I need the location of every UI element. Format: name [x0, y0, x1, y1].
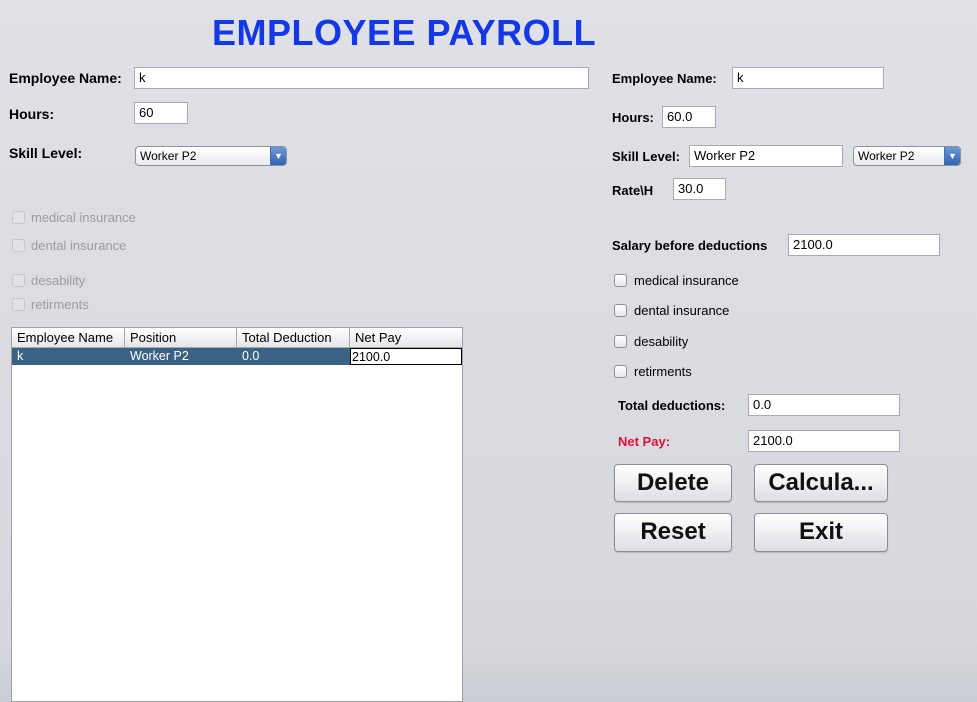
left-dental-label: dental insurance: [31, 238, 127, 253]
left-medical-checkbox: [12, 211, 25, 224]
column-header-position[interactable]: Position: [125, 328, 237, 347]
medical-checkbox[interactable]: [614, 274, 627, 287]
disability-label: desability: [634, 334, 689, 349]
calculate-button[interactable]: Calcula...: [754, 464, 888, 502]
left-medical-label: medical insurance: [31, 210, 136, 225]
left-disability-checkbox: [12, 274, 25, 287]
employee-name-label: Employee Name:: [9, 70, 122, 86]
right-hours-field[interactable]: 60.0: [662, 106, 716, 128]
employee-table[interactable]: Employee Name Position Total Deduction N…: [11, 327, 463, 702]
retirement-label: retirments: [634, 364, 692, 379]
right-skill-level-select[interactable]: Worker P2 ▼: [853, 146, 961, 166]
right-skill-level-selected: Worker P2: [858, 149, 915, 163]
right-employee-name-label: Employee Name:: [612, 71, 717, 86]
skill-level-select[interactable]: Worker P2 ▼: [135, 146, 287, 166]
column-header-total-deduction[interactable]: Total Deduction: [237, 328, 350, 347]
salary-field[interactable]: 2100.0: [788, 234, 940, 256]
column-header-net-pay[interactable]: Net Pay: [350, 328, 462, 347]
cell-employee-name[interactable]: k: [12, 348, 125, 365]
delete-button[interactable]: Delete: [614, 464, 732, 502]
total-deductions-field[interactable]: 0.0: [748, 394, 900, 416]
chevron-down-icon: ▼: [270, 147, 286, 165]
left-dental-checkbox: [12, 239, 25, 252]
medical-label: medical insurance: [634, 273, 739, 288]
rate-label: Rate\H: [612, 183, 654, 198]
net-pay-label: Net Pay:: [618, 434, 671, 449]
reset-button[interactable]: Reset: [614, 513, 732, 552]
disability-checkbox[interactable]: [614, 335, 627, 348]
left-retirement-label: retirments: [31, 297, 89, 312]
skill-level-selected: Worker P2: [140, 149, 197, 163]
cell-net-pay-editor[interactable]: 2100.0: [350, 348, 462, 365]
retirement-checkbox[interactable]: [614, 365, 627, 378]
page-title: EMPLOYEE PAYROLL: [212, 12, 597, 53]
cell-position[interactable]: Worker P2: [125, 348, 237, 365]
employee-name-input[interactable]: k: [134, 67, 589, 89]
dental-checkbox[interactable]: [614, 304, 627, 317]
hours-input[interactable]: 60: [134, 102, 188, 124]
dental-label: dental insurance: [634, 303, 730, 318]
right-employee-name-field[interactable]: k: [732, 67, 884, 89]
right-skill-level-field[interactable]: Worker P2: [689, 145, 843, 167]
cell-total-deduction[interactable]: 0.0: [237, 348, 350, 365]
skill-level-label: Skill Level:: [9, 145, 83, 161]
rate-field[interactable]: 30.0: [673, 178, 726, 200]
left-disability-label: desability: [31, 273, 86, 288]
salary-label: Salary before deductions: [612, 238, 768, 253]
chevron-down-icon: ▼: [944, 147, 960, 165]
left-retirement-checkbox: [12, 298, 25, 311]
hours-label: Hours:: [9, 106, 55, 122]
net-pay-field[interactable]: 2100.0: [748, 430, 900, 452]
right-hours-label: Hours:: [612, 110, 654, 125]
total-deductions-label: Total deductions:: [618, 398, 726, 413]
exit-button[interactable]: Exit: [754, 513, 888, 552]
table-header: Employee Name Position Total Deduction N…: [12, 328, 462, 348]
right-skill-level-label: Skill Level:: [612, 149, 680, 164]
column-header-employee-name[interactable]: Employee Name: [12, 328, 125, 347]
table-row[interactable]: k Worker P2 0.0 2100.0: [12, 348, 462, 365]
